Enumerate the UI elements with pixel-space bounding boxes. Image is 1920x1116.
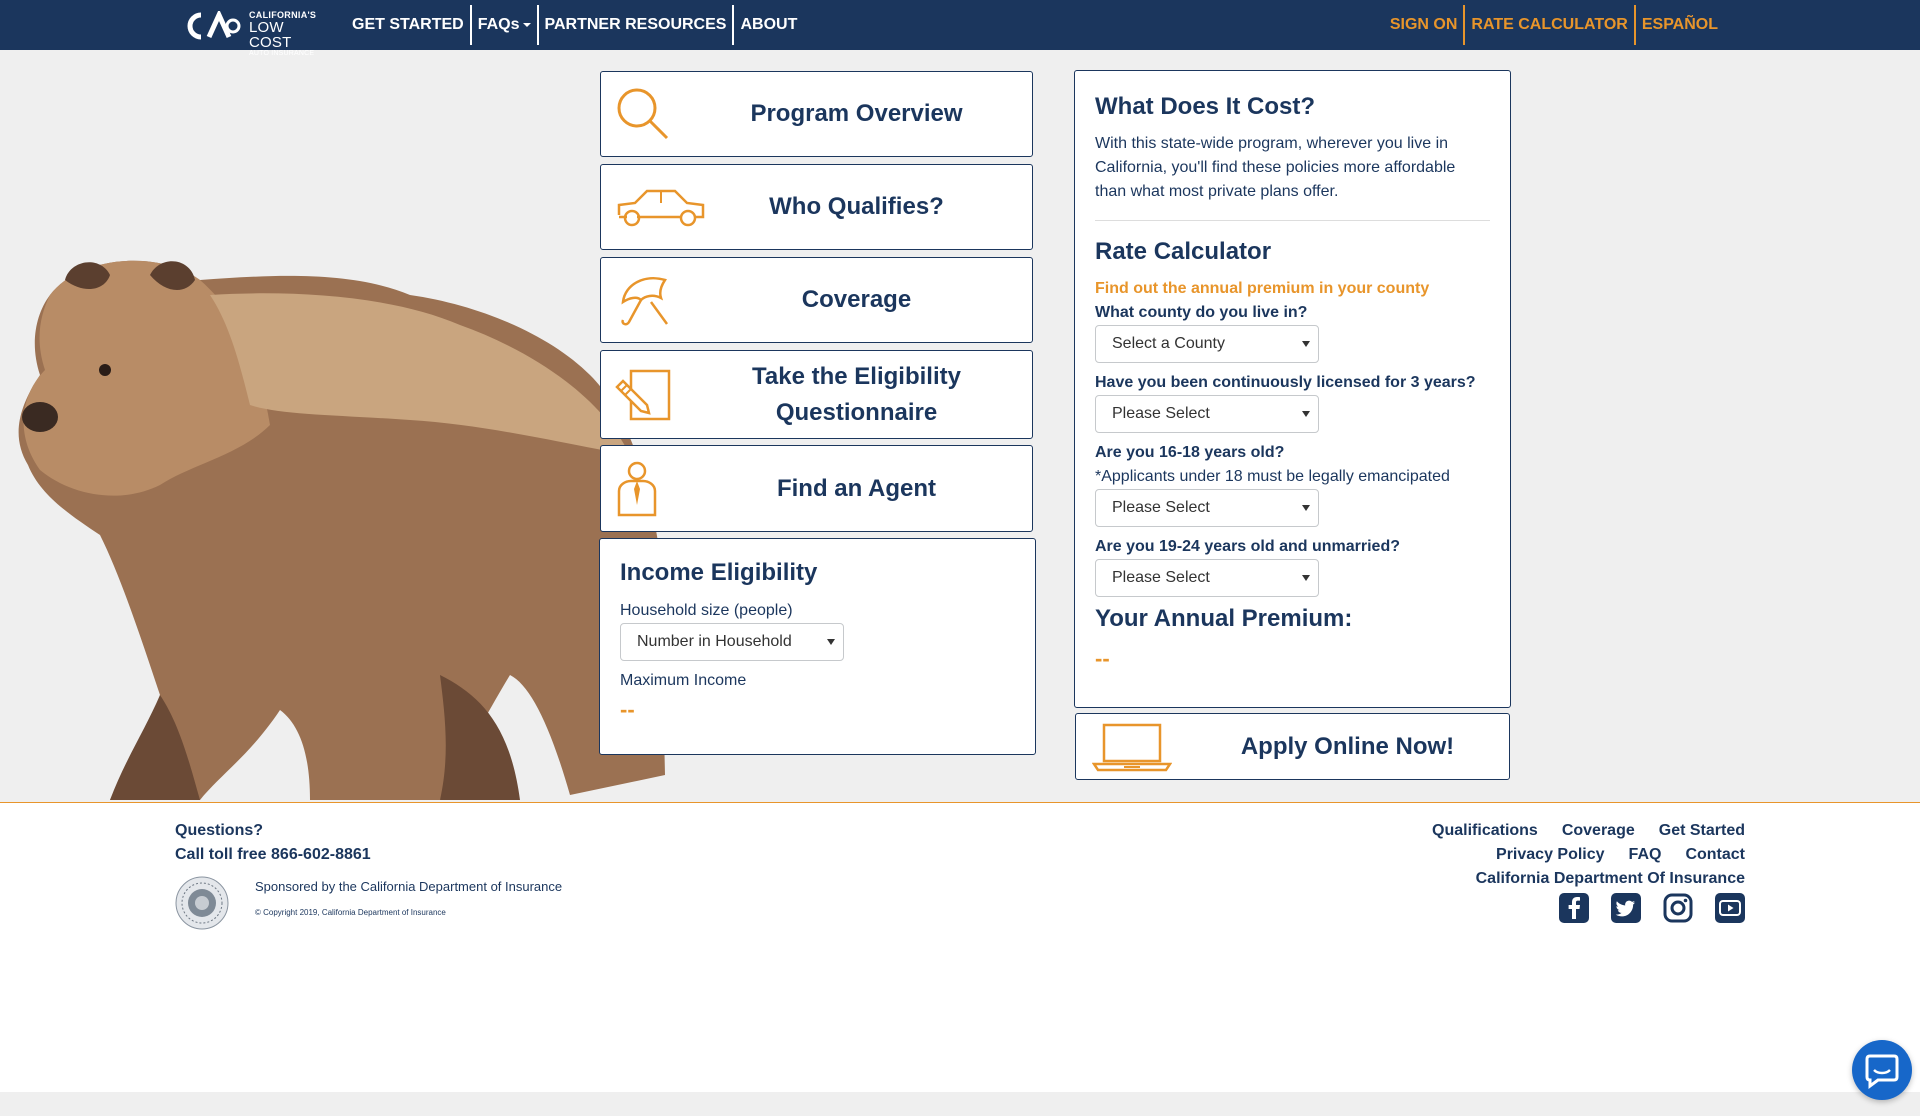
logo[interactable]: CALIFORNIA'S LOW COST AUTO INSURANCE — [187, 9, 325, 57]
age-19-24-select[interactable]: Please Select — [1095, 559, 1319, 597]
instagram-icon[interactable] — [1663, 893, 1693, 923]
chevron-down-icon — [1302, 341, 1310, 347]
tile-label: Take the Eligibility Questionnaire — [752, 362, 961, 426]
emancipation-note: *Applicants under 18 must be legally ema… — [1095, 468, 1450, 485]
max-income-value: -- — [620, 697, 635, 722]
chevron-down-icon — [1302, 575, 1310, 581]
logo-mark-icon — [187, 11, 241, 40]
age-16-18-question: Are you 16-18 years old? — [1095, 444, 1285, 461]
age-16-18-select[interactable]: Please Select — [1095, 489, 1319, 527]
tile-label: Who Qualifies? — [769, 193, 944, 220]
county-select[interactable]: Select a County — [1095, 325, 1319, 363]
income-eligibility-panel: Income Eligibility Household size (peopl… — [599, 538, 1036, 755]
nav-right: SIGN ON RATE CALCULATOR ESPAÑOL — [1384, 5, 1724, 45]
nav-faqs-dropdown[interactable]: FAQs — [472, 5, 537, 45]
footer-link-faq[interactable]: FAQ — [1629, 846, 1662, 864]
footer-link-qualifications[interactable]: Qualifications — [1432, 822, 1538, 840]
sponsor-text: Sponsored by the California Department o… — [255, 879, 563, 894]
nav-espanol[interactable]: ESPAÑOL — [1636, 5, 1724, 45]
footer-link-cdi[interactable]: California Department Of Insurance — [1476, 870, 1745, 888]
household-label: Household size (people) — [620, 602, 793, 619]
tile-who-qualifies[interactable]: Who Qualifies? — [600, 164, 1033, 250]
chat-launcher-button[interactable] — [1852, 1040, 1912, 1100]
umbrella-icon — [621, 277, 669, 326]
department-seal-icon — [175, 876, 229, 930]
tile-eligibility-questionnaire[interactable]: Take the Eligibility Questionnaire — [600, 350, 1033, 439]
nav-about[interactable]: ABOUT — [734, 5, 803, 45]
annual-premium-title: Your Annual Premium: — [1095, 605, 1353, 632]
footer: Questions? Call toll free 866-602-8861 S… — [0, 802, 1920, 1093]
caret-down-icon — [522, 22, 531, 27]
nav-rate-calculator[interactable]: RATE CALCULATOR — [1465, 5, 1633, 45]
rate-calculator-subtitle: Find out the annual premium in your coun… — [1095, 280, 1430, 297]
max-income-label: Maximum Income — [620, 672, 747, 689]
household-size-select[interactable]: Number in Household — [620, 623, 844, 661]
footer-link-contact[interactable]: Contact — [1685, 846, 1745, 864]
tile-program-overview[interactable]: Program Overview — [600, 71, 1033, 157]
twitter-icon[interactable] — [1611, 893, 1641, 923]
youtube-icon[interactable] — [1715, 893, 1745, 923]
tile-label: Coverage — [801, 286, 912, 313]
divider — [1095, 220, 1490, 221]
logo-line3: AUTO INSURANCE — [249, 50, 315, 57]
nav-get-started[interactable]: GET STARTED — [346, 5, 470, 45]
nav-left: GET STARTED FAQs PARTNER RESOURCES ABOUT — [346, 5, 803, 45]
tile-coverage[interactable]: Coverage — [600, 257, 1033, 343]
footer-links-row1: Qualifications Coverage Get Started — [1432, 822, 1745, 840]
facebook-icon[interactable] — [1559, 893, 1589, 923]
pencil-paper-icon — [615, 369, 671, 420]
footer-links-row3: California Department Of Insurance — [1476, 870, 1745, 888]
agent-icon — [617, 461, 657, 516]
laptop-icon — [1092, 723, 1172, 772]
rate-calculator-title: Rate Calculator — [1095, 238, 1272, 265]
income-title: Income Eligibility — [620, 559, 818, 586]
footer-links-row2: Privacy Policy FAQ Contact — [1496, 846, 1745, 864]
top-navbar: CALIFORNIA'S LOW COST AUTO INSURANCE GET… — [0, 0, 1920, 57]
chevron-down-icon — [1302, 411, 1310, 417]
apply-online-button[interactable]: Apply Online Now! — [1075, 713, 1510, 780]
chevron-down-icon — [827, 639, 835, 645]
apply-label: Apply Online Now! — [1240, 732, 1455, 760]
questions-label: Questions? — [175, 822, 264, 839]
cost-panel: What Does It Cost? With this state-wide … — [1074, 70, 1511, 708]
bottom-strip — [0, 1092, 1920, 1116]
tile-find-agent[interactable]: Find an Agent — [600, 445, 1033, 532]
chat-bubble-icon — [1865, 1054, 1899, 1089]
logo-line2: LOW COST — [249, 19, 292, 51]
bear-illustration — [18, 260, 666, 800]
chevron-down-icon — [1302, 505, 1310, 511]
cost-title: What Does It Cost? — [1095, 93, 1315, 120]
toll-free-phone[interactable]: Call toll free 866-602-8861 — [175, 846, 371, 864]
copyright-text: © Copyright 2019, California Department … — [255, 908, 446, 917]
nav-partner-resources[interactable]: PARTNER RESOURCES — [539, 5, 733, 45]
social-links — [1559, 893, 1745, 923]
county-question: What county do you live in? — [1095, 304, 1308, 321]
nav-sign-on[interactable]: SIGN ON — [1384, 5, 1464, 45]
cost-description: With this state-wide program, wherever y… — [1095, 135, 1456, 200]
footer-link-privacy-policy[interactable]: Privacy Policy — [1496, 846, 1605, 864]
tile-label: Find an Agent — [776, 474, 937, 502]
licensed-question: Have you been continuously licensed for … — [1095, 374, 1476, 391]
annual-premium-value: -- — [1095, 646, 1110, 671]
footer-link-get-started[interactable]: Get Started — [1659, 822, 1745, 840]
tile-label: Program Overview — [750, 100, 963, 127]
licensed-select[interactable]: Please Select — [1095, 395, 1319, 433]
age-19-24-question: Are you 19-24 years old and unmarried? — [1095, 538, 1400, 555]
magnifier-icon — [617, 88, 669, 140]
footer-link-coverage[interactable]: Coverage — [1562, 822, 1635, 840]
